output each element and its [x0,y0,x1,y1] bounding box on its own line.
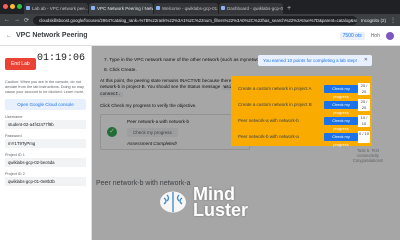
task-score: 0 / 10 [358,131,370,143]
credits-badge: 7500 ots [339,31,365,40]
progress-row: Peer network-b with network-a Check my p… [234,130,370,147]
forward-icon[interactable]: → [14,17,20,23]
browser-tabbar: Lab ab - VPC network pee... VPC Network … [0,0,400,14]
watermark-logo: Mind Luster [158,185,249,220]
minimize-window-icon[interactable] [10,4,15,9]
check-progress-button[interactable]: Check my progress [324,101,358,115]
sidebar-item-task5[interactable]: Task 5. Test connectivity [346,148,390,158]
lab-header: ← VPC Network Peering 7500 ots Hoh [0,26,400,46]
maximize-window-icon[interactable] [17,4,22,9]
check-progress-button[interactable]: Check my progress [324,117,358,131]
user-name[interactable]: Hoh [371,33,380,39]
browser-tab[interactable]: Welcome - qwiklabs-gcp-01... [154,3,218,14]
url-input[interactable]: cloudskillsboost.google/focuses/2964?cat… [33,15,357,25]
toast-text: You earned 10 points for completing a la… [263,58,357,63]
browser-tab[interactable]: Dashboard - qwiklabs-gcp-0... [219,3,283,14]
field-value[interactable]: mY1T9TyPmg [5,139,86,148]
field-value[interactable]: qwiklabs-gcp-02-bec6da [5,158,86,167]
back-arrow-icon[interactable]: ← [6,33,12,39]
check-progress-button[interactable]: Check my progress [324,133,358,147]
lab-timer: 01:19:06 [36,53,85,64]
progress-task-label: Peer network-b with network-a [238,134,299,139]
field-label: Project ID 1 [5,153,25,157]
task-score: 10 / 10 [358,115,370,127]
progress-row: Create a custom network in project A Che… [234,82,370,99]
username-field: Username student-02-a4f42477f9b [5,115,86,129]
close-icon[interactable]: ✕ [364,55,368,66]
brain-icon [158,190,188,214]
field-label: Project ID 2 [5,172,25,176]
incognito-indicator[interactable]: Incognito (2) [361,18,386,23]
sidebar-item-congrats[interactable]: Congratulations! [346,158,390,163]
check-progress-button[interactable]: Check my progress [324,85,358,99]
back-icon[interactable]: ← [4,17,10,23]
progress-row: Create a custom network in project B Che… [234,98,370,115]
menu-icon[interactable]: ⋮ [390,17,396,24]
new-tab-icon[interactable]: + [287,3,291,14]
field-label: Username [5,115,23,119]
task-score: 20 / 20 [358,99,370,111]
progress-task-label: Create a custom network in project A [238,86,312,91]
project-id-1-field: Project ID 1 qwiklabs-gcp-02-bec6da [5,153,86,167]
field-value[interactable]: qwiklabs-gcp-01-0e8b3b [5,177,86,186]
avatar[interactable] [386,31,394,40]
field-label: Password [5,134,22,138]
open-console-button[interactable]: Open Google Cloud console [5,99,86,110]
progress-row: Peer network-a with network-b Check my p… [234,114,370,131]
page-title: VPC Network Peering [16,32,88,39]
browser-tab-active[interactable]: VPC Network Peering / Netw... [89,3,153,14]
field-value[interactable]: student-02-a4f42477f9b [5,120,86,129]
project-id-2-field: Project ID 2 qwiklabs-gcp-01-0e8b3b [5,172,86,186]
caution-text: Caution: When you are in the console, do… [5,80,85,94]
reload-icon[interactable]: ⟳ [24,17,29,24]
window-controls [3,4,22,9]
progress-panel: Create a custom network in project A Che… [231,76,372,147]
address-bar-row: ← → ⟳ cloudskillsboost.google/focuses/29… [0,14,400,26]
password-field: Password mY1T9TyPmg [5,134,86,148]
task-score: 20 / 20 [358,83,370,95]
close-window-icon[interactable] [3,4,8,9]
lab-control-panel: End Lab 01:19:06 Caution: When you are i… [0,46,92,240]
end-lab-button[interactable]: End Lab [5,58,36,70]
points-toast: You earned 10 points for completing a la… [258,55,372,66]
progress-task-label: Peer network-a with network-b [238,118,299,123]
watermark-line-2: Luster [193,200,249,220]
progress-task-label: Create a custom network in project B [238,102,312,107]
browser-tab[interactable]: Lab ab - VPC network pee... [24,3,88,14]
